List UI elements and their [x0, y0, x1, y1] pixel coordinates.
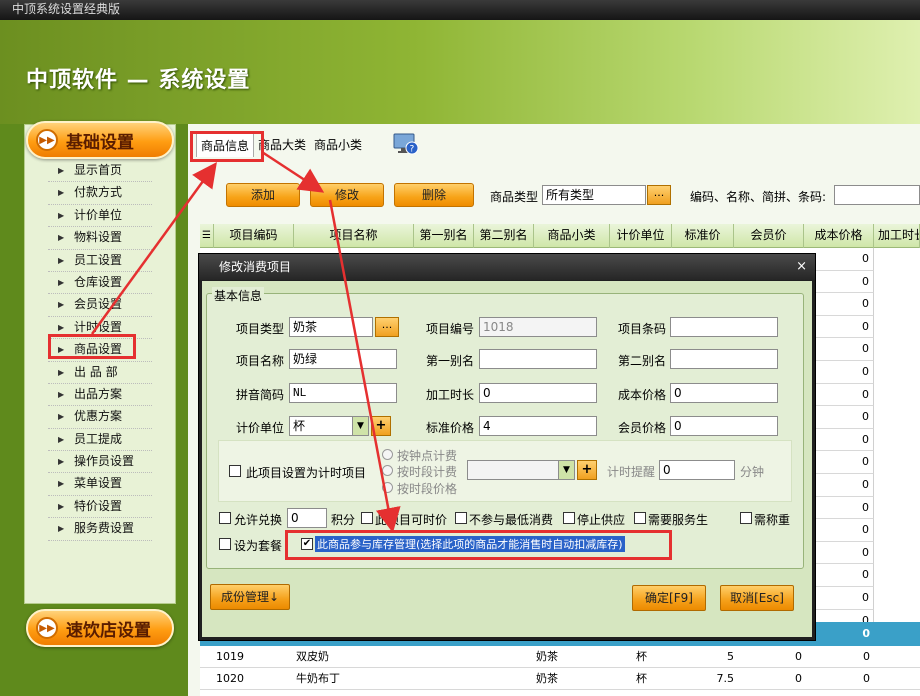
annotation-arrows: [90, 150, 401, 533]
